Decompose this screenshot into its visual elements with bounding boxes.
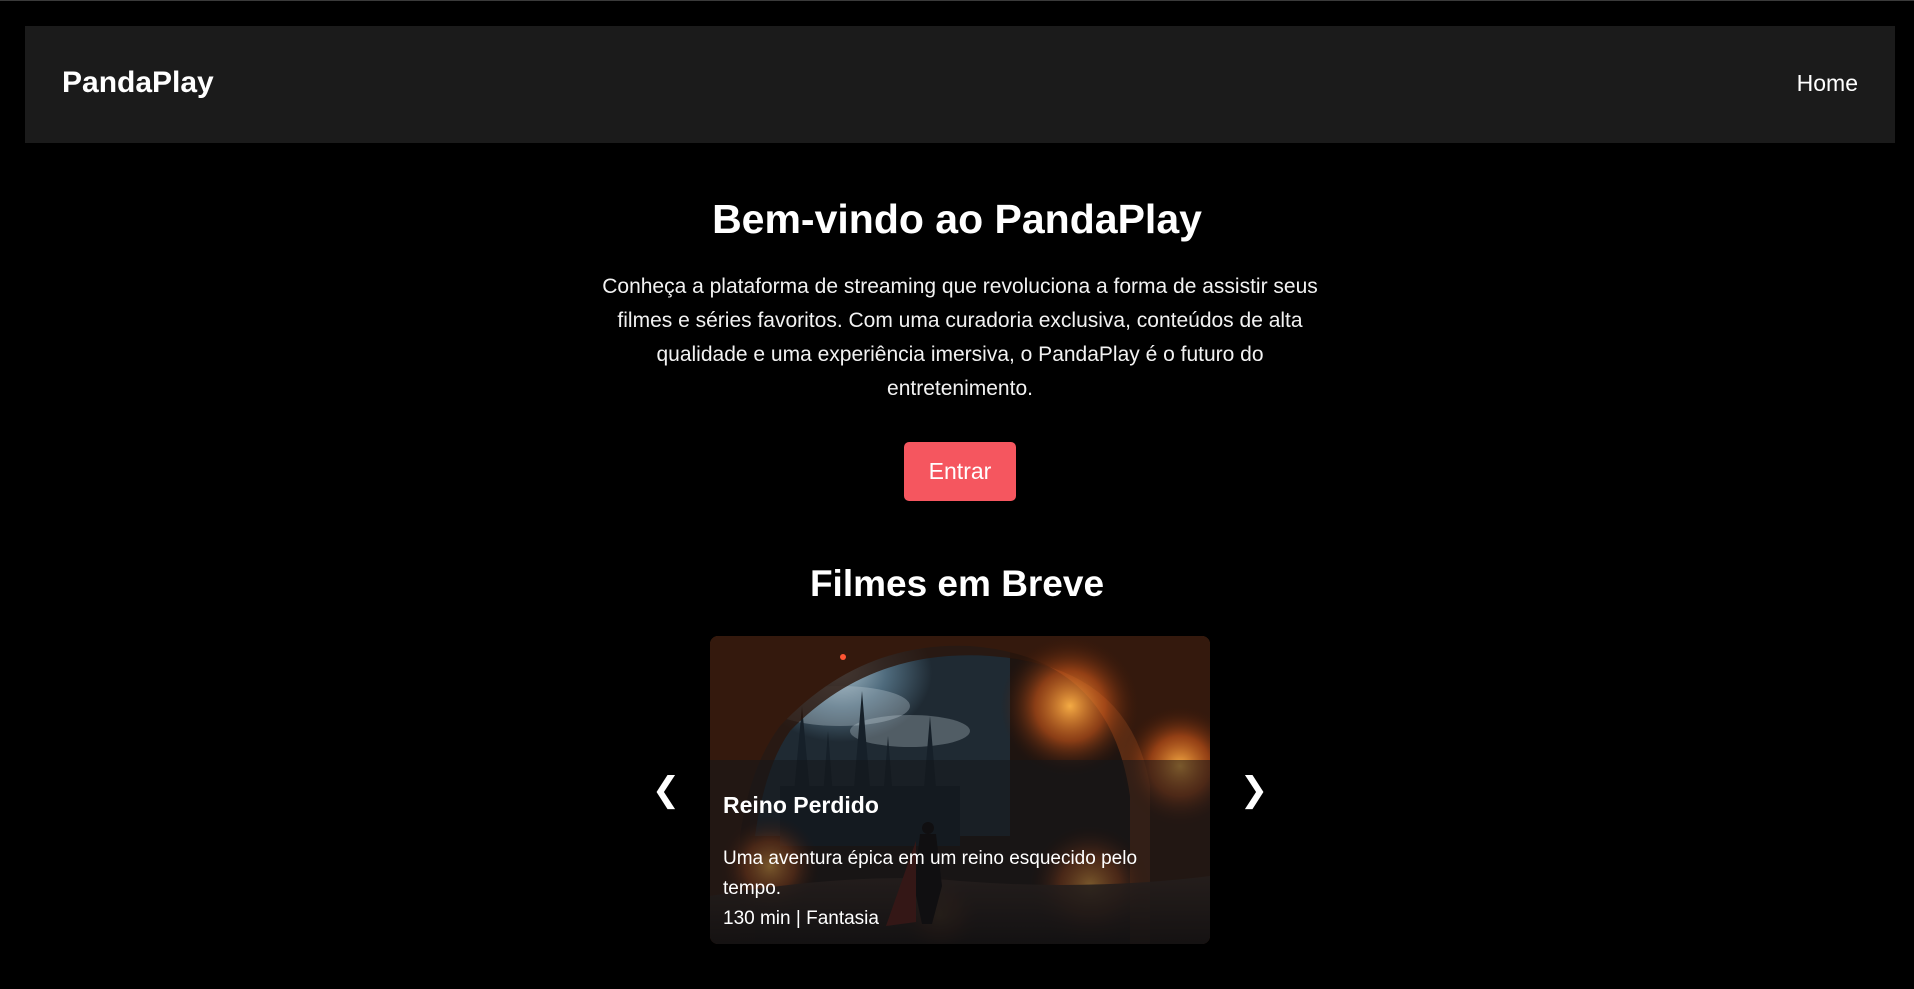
- movie-meta: 130 min | Fantasia: [723, 908, 879, 929]
- section-title-upcoming: Filmes em Breve: [809, 563, 1105, 604]
- movie-card[interactable]: Reino Perdido Uma aventura épica em um r…: [710, 636, 1210, 944]
- movie-description: Uma aventura épica em um reino esquecido…: [723, 848, 1138, 899]
- brand-logo[interactable]: PandaPlay: [62, 68, 214, 98]
- hero-description: Conheça a plataforma de streaming que re…: [602, 275, 1318, 400]
- top-border: [0, 0, 1914, 1]
- carousel-prev-button[interactable]: ❮: [646, 765, 686, 815]
- nav-link-home[interactable]: Home: [1797, 72, 1858, 95]
- navbar: PandaPlay Home: [25, 26, 1895, 143]
- carousel-next-button[interactable]: ❯: [1234, 765, 1274, 815]
- movie-title: Reino Perdido: [723, 792, 879, 818]
- enter-button[interactable]: Entrar: [904, 442, 1016, 501]
- hero-title: Bem-vindo ao PandaPlay: [712, 196, 1202, 242]
